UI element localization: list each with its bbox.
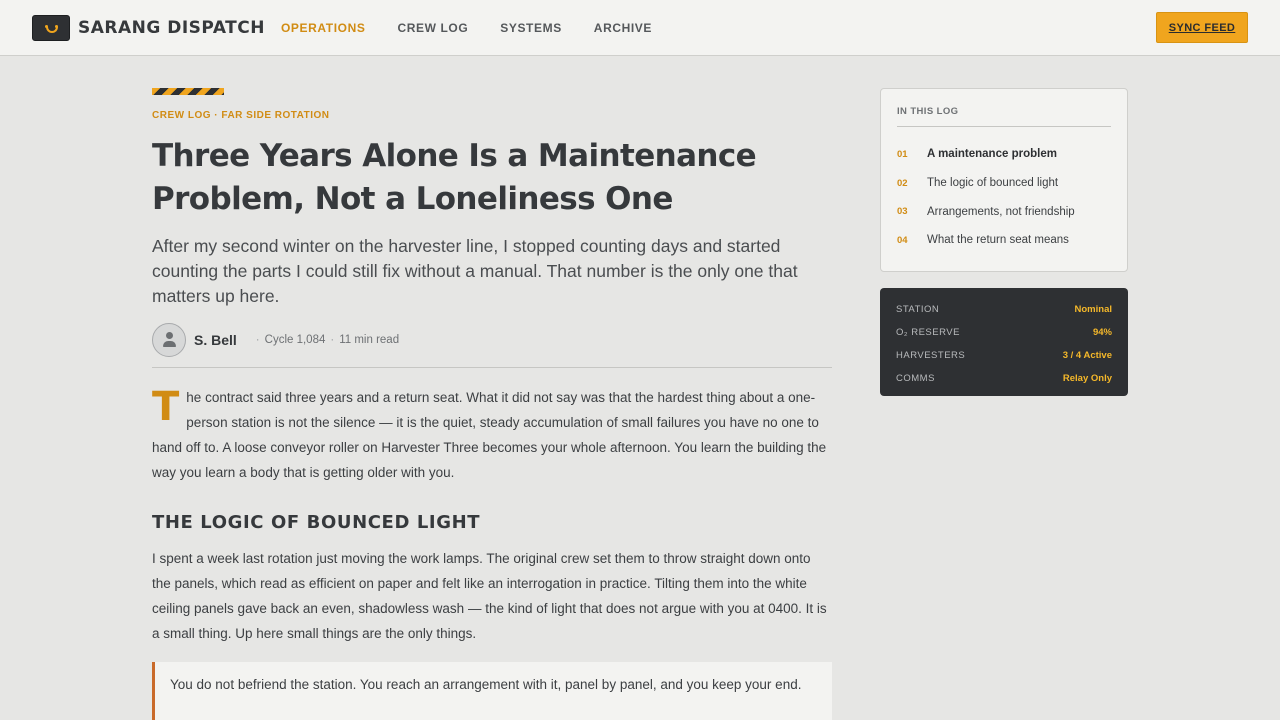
- main-nav: OPERATIONS CREW LOG SYSTEMS ARCHIVE: [281, 21, 684, 35]
- toc-title: IN THIS LOG: [897, 106, 1111, 127]
- toc-item-return-seat[interactable]: 04 What the return seat means: [897, 226, 1111, 255]
- hazard-stripe: [152, 88, 224, 95]
- status-key: HARVESTERS: [896, 350, 966, 361]
- read-time: 11 min read: [339, 334, 400, 346]
- status-value: 94%: [1092, 327, 1112, 338]
- avatar-head: [166, 332, 173, 339]
- status-row-o2-reserve: O₂ RESERVE 94%: [896, 321, 1112, 344]
- article-meta: · Cycle 1,084 · 11 min read: [251, 334, 399, 346]
- toc-number: 03: [897, 206, 908, 218]
- avatar[interactable]: [152, 323, 186, 357]
- sync-feed-button[interactable]: SYNC FEED: [1156, 12, 1248, 43]
- meta-separator: ·: [255, 334, 260, 346]
- status-row-harvesters: HARVESTERS 3 / 4 Active: [896, 344, 1112, 367]
- toc-label: The logic of bounced light: [927, 177, 1059, 190]
- status-key: STATION: [896, 304, 940, 315]
- status-row-comms: COMMS Relay Only: [896, 367, 1112, 390]
- article: CREW LOG · FAR SIDE ROTATION Three Years…: [152, 88, 832, 720]
- author-name[interactable]: S. Bell: [194, 332, 237, 348]
- pull-quote: You do not befriend the station. You rea…: [152, 662, 832, 720]
- status-key: O₂ RESERVE: [896, 327, 960, 338]
- brand-name: SARANG DISPATCH: [78, 18, 265, 38]
- status-value: Relay Only: [1062, 373, 1112, 384]
- cycle-number: Cycle 1,084: [264, 334, 326, 346]
- toc-number: 02: [897, 177, 908, 189]
- byline-divider: [152, 367, 832, 368]
- brand[interactable]: SARANG DISPATCH: [32, 15, 265, 41]
- top-nav-bar: SARANG DISPATCH OPERATIONS CREW LOG SYST…: [0, 0, 1280, 56]
- toc-list: 01 A maintenance problem 02 The logic of…: [897, 140, 1111, 255]
- body-paragraph-2: I spent a week last rotation just moving…: [152, 551, 827, 641]
- toc-item-bounced-light[interactable]: 02 The logic of bounced light: [897, 169, 1111, 198]
- nav-item-crew-log[interactable]: CREW LOG: [397, 21, 468, 35]
- paragraph-1-text: he contract said three years and a retur…: [152, 390, 827, 480]
- byline: S. Bell · Cycle 1,084 · 11 min read: [152, 323, 832, 357]
- toc-number: 01: [897, 148, 908, 160]
- status-value: 3 / 4 Active: [1062, 350, 1112, 361]
- article-kicker[interactable]: CREW LOG · FAR SIDE ROTATION: [152, 110, 832, 121]
- body-paragraph-1: The contract said three years and a retu…: [152, 385, 832, 485]
- article-title: Three Years Alone Is a Maintenance Probl…: [152, 138, 757, 217]
- nav-item-operations[interactable]: OPERATIONS: [281, 21, 365, 35]
- status-key: COMMS: [896, 373, 935, 384]
- toc-item-arrangements[interactable]: 03 Arrangements, not friendship: [897, 197, 1111, 226]
- avatar-body: [163, 341, 176, 347]
- station-status-panel: STATION Nominal O₂ RESERVE 94% HARVESTER…: [880, 288, 1128, 396]
- robot-face-logo-icon: [32, 15, 70, 41]
- table-of-contents: IN THIS LOG 01 A maintenance problem 02 …: [880, 88, 1128, 272]
- drop-cap: T: [152, 384, 180, 430]
- logo-smile: [46, 27, 58, 33]
- toc-item-maintenance-problem[interactable]: 01 A maintenance problem: [897, 140, 1111, 169]
- nav-item-archive[interactable]: ARCHIVE: [594, 21, 652, 35]
- article-dek: After my second winter on the harvester …: [152, 236, 798, 306]
- meta-separator: ·: [330, 334, 335, 346]
- toc-number: 04: [897, 234, 908, 246]
- toc-label: Arrangements, not friendship: [927, 205, 1075, 218]
- nav-item-systems[interactable]: SYSTEMS: [500, 21, 562, 35]
- status-value: Nominal: [1074, 304, 1112, 315]
- toc-label: A maintenance problem: [927, 148, 1057, 161]
- toc-label: What the return seat means: [927, 234, 1069, 247]
- section-heading-bounced-light: THE LOGIC OF BOUNCED LIGHT: [152, 512, 481, 533]
- status-row-station: STATION Nominal: [896, 298, 1112, 321]
